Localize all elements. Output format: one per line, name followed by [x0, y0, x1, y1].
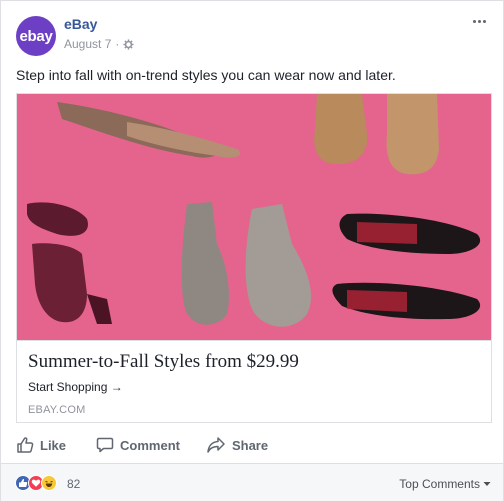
reaction-icons[interactable] [15, 475, 57, 491]
comment-button[interactable]: Comment [96, 433, 180, 457]
post-actions: Like Comment Share [16, 433, 490, 457]
more-options-icon[interactable] [473, 17, 489, 25]
reaction-count[interactable]: 82 [67, 477, 80, 491]
like-label: Like [40, 437, 67, 453]
ebay-logo: ebay [19, 27, 53, 45]
reactions-bar: 82 Top Comments [1, 464, 503, 501]
top-comments-label: Top Comments [399, 477, 480, 491]
post-meta: August 7 · [64, 37, 134, 51]
meta-separator: · [115, 37, 120, 51]
like-button[interactable]: Like [16, 433, 66, 457]
post-text: Step into fall with on-trend styles you … [16, 67, 396, 83]
top-comments-dropdown[interactable]: Top Comments [399, 477, 491, 491]
comment-label: Comment [120, 437, 180, 453]
caret-down-icon [483, 482, 491, 486]
share-arrow-icon [207, 437, 225, 453]
link-attachment[interactable]: Summer-to-Fall Styles from $29.99 Start … [16, 93, 492, 423]
link-info[interactable]: Summer-to-Fall Styles from $29.99 Start … [17, 340, 491, 422]
share-label: Share [231, 437, 269, 453]
post-date[interactable]: August 7 [64, 37, 111, 51]
page-avatar[interactable]: ebay [16, 16, 56, 56]
haha-reaction-icon [41, 475, 57, 491]
facebook-post: ebay eBay August 7 · Step into fall with… [0, 0, 504, 501]
link-title[interactable]: Summer-to-Fall Styles from $29.99 [28, 351, 299, 373]
product-image[interactable] [17, 94, 491, 340]
share-button[interactable]: Share [206, 433, 268, 457]
page-name-link[interactable]: eBay [64, 16, 97, 32]
start-shopping-link[interactable]: Start Shopping → [28, 380, 123, 394]
comment-icon [96, 437, 114, 453]
link-domain: EBAY.COM [28, 404, 86, 416]
gear-icon [123, 38, 134, 50]
thumbs-up-icon [17, 437, 34, 453]
